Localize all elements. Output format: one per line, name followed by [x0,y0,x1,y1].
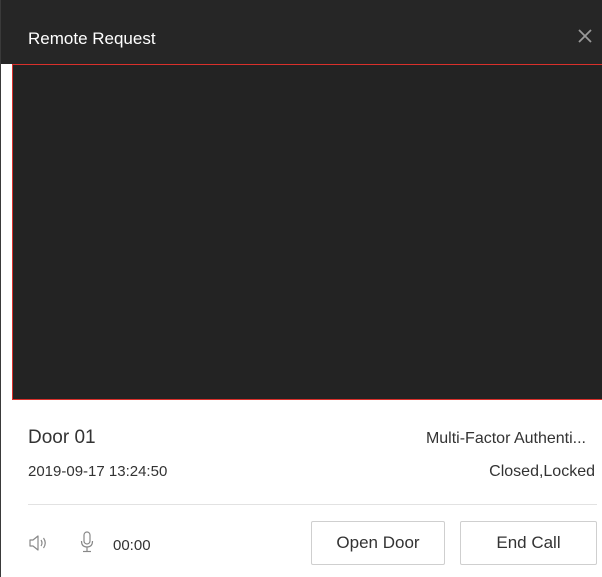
close-icon[interactable] [573,24,597,48]
call-timestamp: 2019-09-17 13:24:50 [28,463,168,480]
microphone-icon[interactable] [79,531,95,553]
door-name: Door 01 [28,427,96,448]
end-call-button[interactable]: End Call [460,521,597,565]
remote-request-dialog: Remote Request Door 01 Multi-Factor Auth… [0,0,602,577]
call-duration: 00:00 [113,537,151,554]
live-video-view [12,64,602,400]
speaker-icon[interactable] [28,533,48,553]
door-status: Closed,Locked [489,463,595,480]
title-bar: Remote Request [1,0,602,64]
divider [28,504,597,505]
authentication-mode: Multi-Factor Authenti... [425,430,586,447]
open-door-button[interactable]: Open Door [311,521,445,565]
dialog-title: Remote Request [28,29,156,48]
